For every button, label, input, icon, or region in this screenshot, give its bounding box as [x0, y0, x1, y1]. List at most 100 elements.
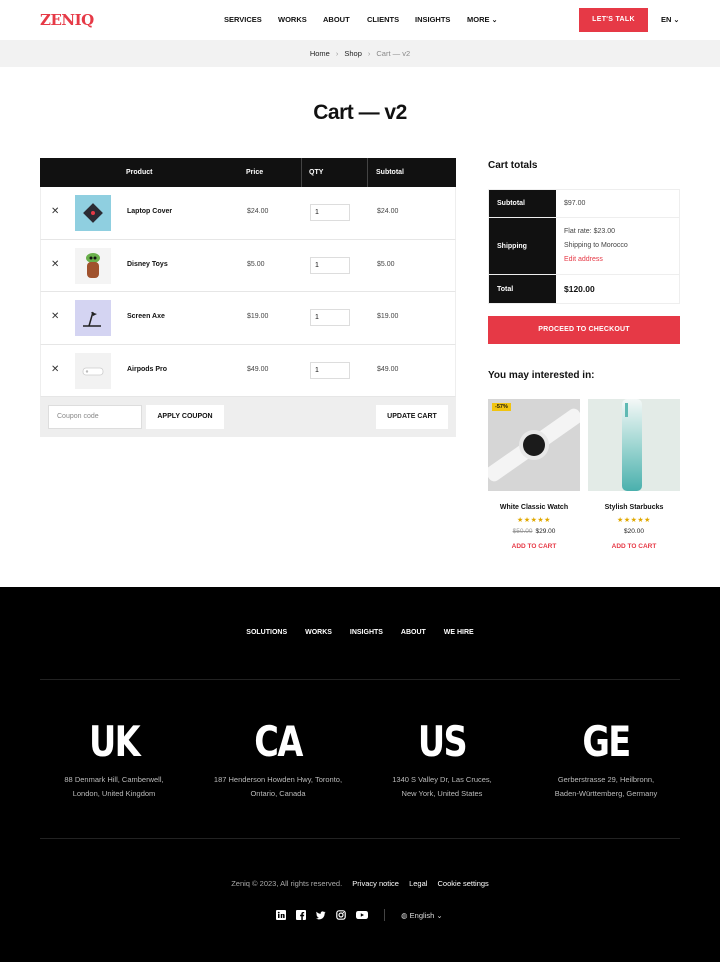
footer-language-label: English	[409, 910, 435, 920]
subtotal-value: $97.00	[564, 200, 586, 207]
product-name[interactable]: Screen Axe	[127, 313, 165, 320]
address-line: 88 Denmark Hill, Camberwell,	[64, 775, 164, 784]
breadcrumb: Home › Shop › Cart — v2	[0, 40, 720, 67]
legal-link[interactable]: Legal	[409, 879, 427, 888]
product-name[interactable]: Airpods Pro	[127, 366, 167, 373]
column-header-qty: QTY	[309, 169, 324, 176]
office-ge: GE Gerberstrasse 29, Heilbronn, Baden-Wür…	[516, 719, 696, 801]
breadcrumb-shop[interactable]: Shop	[344, 49, 362, 58]
old-price: $50.00	[512, 528, 533, 535]
divider	[40, 679, 680, 680]
footer-link-solutions[interactable]: SOLUTIONS	[246, 629, 287, 636]
office-address: 187 Henderson Howden Hwy, Toronto, Ontari…	[188, 773, 368, 801]
apply-coupon-button[interactable]: APPLY COUPON	[146, 405, 224, 429]
copyright-text: Zeniq © 2023, All rights reserved.	[231, 879, 343, 888]
quantity-input[interactable]: 1	[310, 361, 350, 379]
address-line: Baden-Württemberg, Germany	[554, 789, 658, 798]
recommended-product: -57% White Classic Watch ★★★★★ $50.00 $29…	[488, 399, 580, 550]
total-label: Total	[489, 275, 556, 303]
totals-row-subtotal: Subtotal $97.00	[489, 190, 679, 218]
youtube-icon[interactable]	[356, 910, 368, 920]
chevron-down-icon: ⌄	[491, 17, 498, 24]
footer-link-about[interactable]: ABOUT	[401, 629, 426, 636]
table-header: Product Price QTY Subtotal	[40, 158, 456, 187]
address-line: Gerberstrasse 29, Heilbronn,	[557, 775, 655, 784]
remove-item-icon[interactable]: ✕	[51, 364, 59, 375]
product-name[interactable]: Disney Toys	[127, 261, 168, 268]
nav-item-services[interactable]: SERVICES	[224, 15, 262, 24]
subtotal-label: Subtotal	[489, 190, 556, 217]
add-to-cart-button[interactable]: ADD TO CART	[488, 543, 580, 550]
product-thumbnail[interactable]	[75, 352, 111, 389]
update-cart-button[interactable]: UPDATE CART	[376, 405, 448, 429]
nav-item-more[interactable]: MORE ⌄	[467, 15, 497, 24]
chevron-right-icon: ›	[367, 49, 371, 58]
nav-item-about[interactable]: ABOUT	[323, 15, 350, 24]
breadcrumb-home[interactable]: Home	[310, 49, 330, 58]
footer-link-insights[interactable]: INSIGHTS	[350, 629, 383, 636]
table-row: ✕ Laptop Cover $24.00 1 $24.00	[40, 187, 456, 240]
column-header-product: Product	[126, 169, 153, 176]
footer-link-we-hire[interactable]: WE HIRE	[444, 629, 474, 636]
social-links: ◍ English ⌄	[276, 909, 443, 921]
product-name[interactable]: White Classic Watch	[488, 504, 580, 511]
shipping-details: Flat rate: $23.00 Shipping to Morocco Ed…	[556, 218, 679, 274]
address-line: 1340 S Valley Dr, Las Cruces,	[392, 775, 492, 784]
office-code: US	[417, 717, 468, 766]
nav-item-clients[interactable]: CLIENTS	[367, 15, 399, 24]
add-to-cart-button[interactable]: ADD TO CART	[588, 543, 680, 550]
language-selector[interactable]: EN ⌄	[661, 15, 679, 24]
remove-item-icon[interactable]: ✕	[51, 311, 59, 322]
product-name[interactable]: Laptop Cover	[127, 208, 172, 215]
lets-talk-button[interactable]: LET'S TALK	[579, 8, 648, 32]
page-title: Cart — v2	[313, 101, 407, 124]
address-line: 187 Henderson Howden Hwy, Toronto,	[213, 775, 343, 784]
linkedin-icon[interactable]	[276, 910, 286, 920]
remove-item-icon[interactable]: ✕	[51, 259, 59, 270]
office-code: GE	[582, 717, 631, 766]
nav-item-works[interactable]: WORKS	[278, 15, 307, 24]
privacy-notice-link[interactable]: Privacy notice	[352, 879, 399, 888]
office-us: US 1340 S Valley Dr, Las Cruces, New York…	[352, 719, 532, 801]
cookie-settings-link[interactable]: Cookie settings	[438, 879, 489, 888]
facebook-icon[interactable]	[296, 910, 306, 920]
totals-row-total: Total $120.00	[489, 275, 679, 303]
product-price: $5.00	[247, 260, 265, 268]
language-label: EN	[661, 15, 672, 24]
twitter-icon[interactable]	[316, 910, 326, 920]
column-header-price: Price	[246, 169, 264, 176]
site-logo[interactable]: ZENIQ	[40, 11, 94, 29]
product-price: $49.00	[247, 365, 269, 373]
totals-row-shipping: Shipping Flat rate: $23.00 Shipping to M…	[489, 218, 679, 275]
disney-toys-image	[86, 252, 100, 278]
product-thumbnail[interactable]	[75, 195, 111, 231]
nav-item-insights[interactable]: INSIGHTS	[415, 15, 450, 24]
footer-nav: SOLUTIONS WORKS INSIGHTS ABOUT WE HIRE	[0, 629, 720, 636]
office-address: 1340 S Valley Dr, Las Cruces, New York, U…	[352, 773, 532, 801]
edit-address-link[interactable]: Edit address	[564, 253, 671, 267]
nav-more-label: MORE	[467, 15, 490, 24]
breadcrumb-current: Cart — v2	[376, 49, 411, 58]
product-name[interactable]: Stylish Starbucks	[588, 504, 680, 511]
office-code: UK	[88, 717, 141, 766]
column-divider	[301, 158, 302, 187]
proceed-to-checkout-button[interactable]: PROCEED TO CHECKOUT	[488, 316, 680, 344]
bottle-image	[622, 399, 642, 491]
quantity-input[interactable]: 1	[310, 309, 350, 326]
quantity-input[interactable]: 1	[310, 256, 350, 274]
address-line: London, United Kingdom	[72, 789, 156, 798]
product-thumbnail[interactable]	[75, 247, 111, 284]
remove-item-icon[interactable]: ✕	[51, 206, 59, 217]
footer-link-works[interactable]: WORKS	[305, 629, 332, 636]
product-price: $20.00	[624, 528, 644, 535]
quantity-input[interactable]: 1	[310, 204, 350, 221]
product-image[interactable]	[588, 399, 680, 491]
product-image[interactable]: -57%	[488, 399, 580, 491]
instagram-icon[interactable]	[336, 910, 346, 920]
product-thumbnail[interactable]	[75, 300, 111, 336]
coupon-code-input[interactable]: Coupon code	[48, 405, 142, 429]
chevron-down-icon: ⌄	[673, 17, 680, 24]
product-subtotal: $24.00	[377, 208, 399, 215]
discount-badge: -57%	[492, 403, 511, 411]
footer-language-selector[interactable]: ◍ English ⌄	[401, 911, 443, 920]
